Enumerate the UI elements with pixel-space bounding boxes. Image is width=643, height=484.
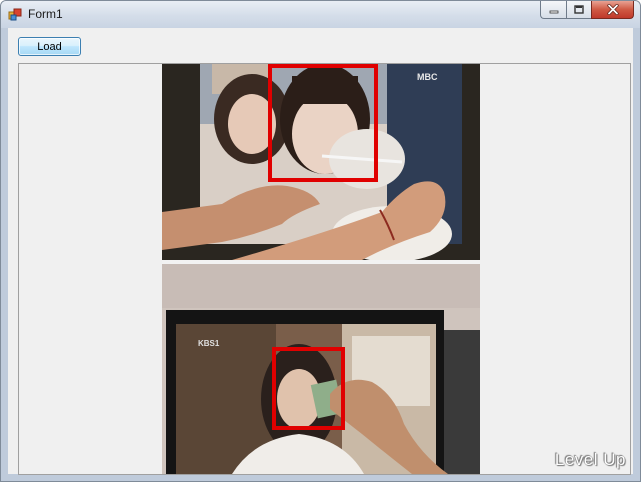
maximize-icon — [574, 5, 584, 14]
photo-image: MBC KBS1 — [162, 64, 480, 474]
load-button[interactable]: Load — [18, 37, 81, 56]
top-photo-panel: MBC — [162, 64, 480, 262]
maximize-button[interactable] — [566, 1, 591, 19]
window-title: Form1 — [28, 7, 63, 21]
minimize-button[interactable] — [540, 1, 566, 19]
app-form-icon — [8, 8, 22, 21]
title-bar[interactable]: Form1 — [1, 1, 640, 28]
bottom-photo-panel: KBS1 — [162, 264, 480, 474]
close-button[interactable] — [591, 1, 634, 19]
minimize-icon — [549, 10, 558, 13]
close-icon — [606, 4, 619, 15]
tv-logo-bottom: KBS1 — [198, 339, 220, 348]
form-client-area: Load MBC KBS1 Level Up — [8, 28, 633, 475]
form-window: Form1 Load MBC KBS1 Level Up — [0, 0, 641, 482]
tv-logo-top: MBC — [417, 72, 438, 82]
caption-buttons — [540, 1, 634, 19]
picture-box: MBC KBS1 Level Up — [18, 63, 631, 475]
watermark-text: Level Up — [554, 450, 626, 469]
